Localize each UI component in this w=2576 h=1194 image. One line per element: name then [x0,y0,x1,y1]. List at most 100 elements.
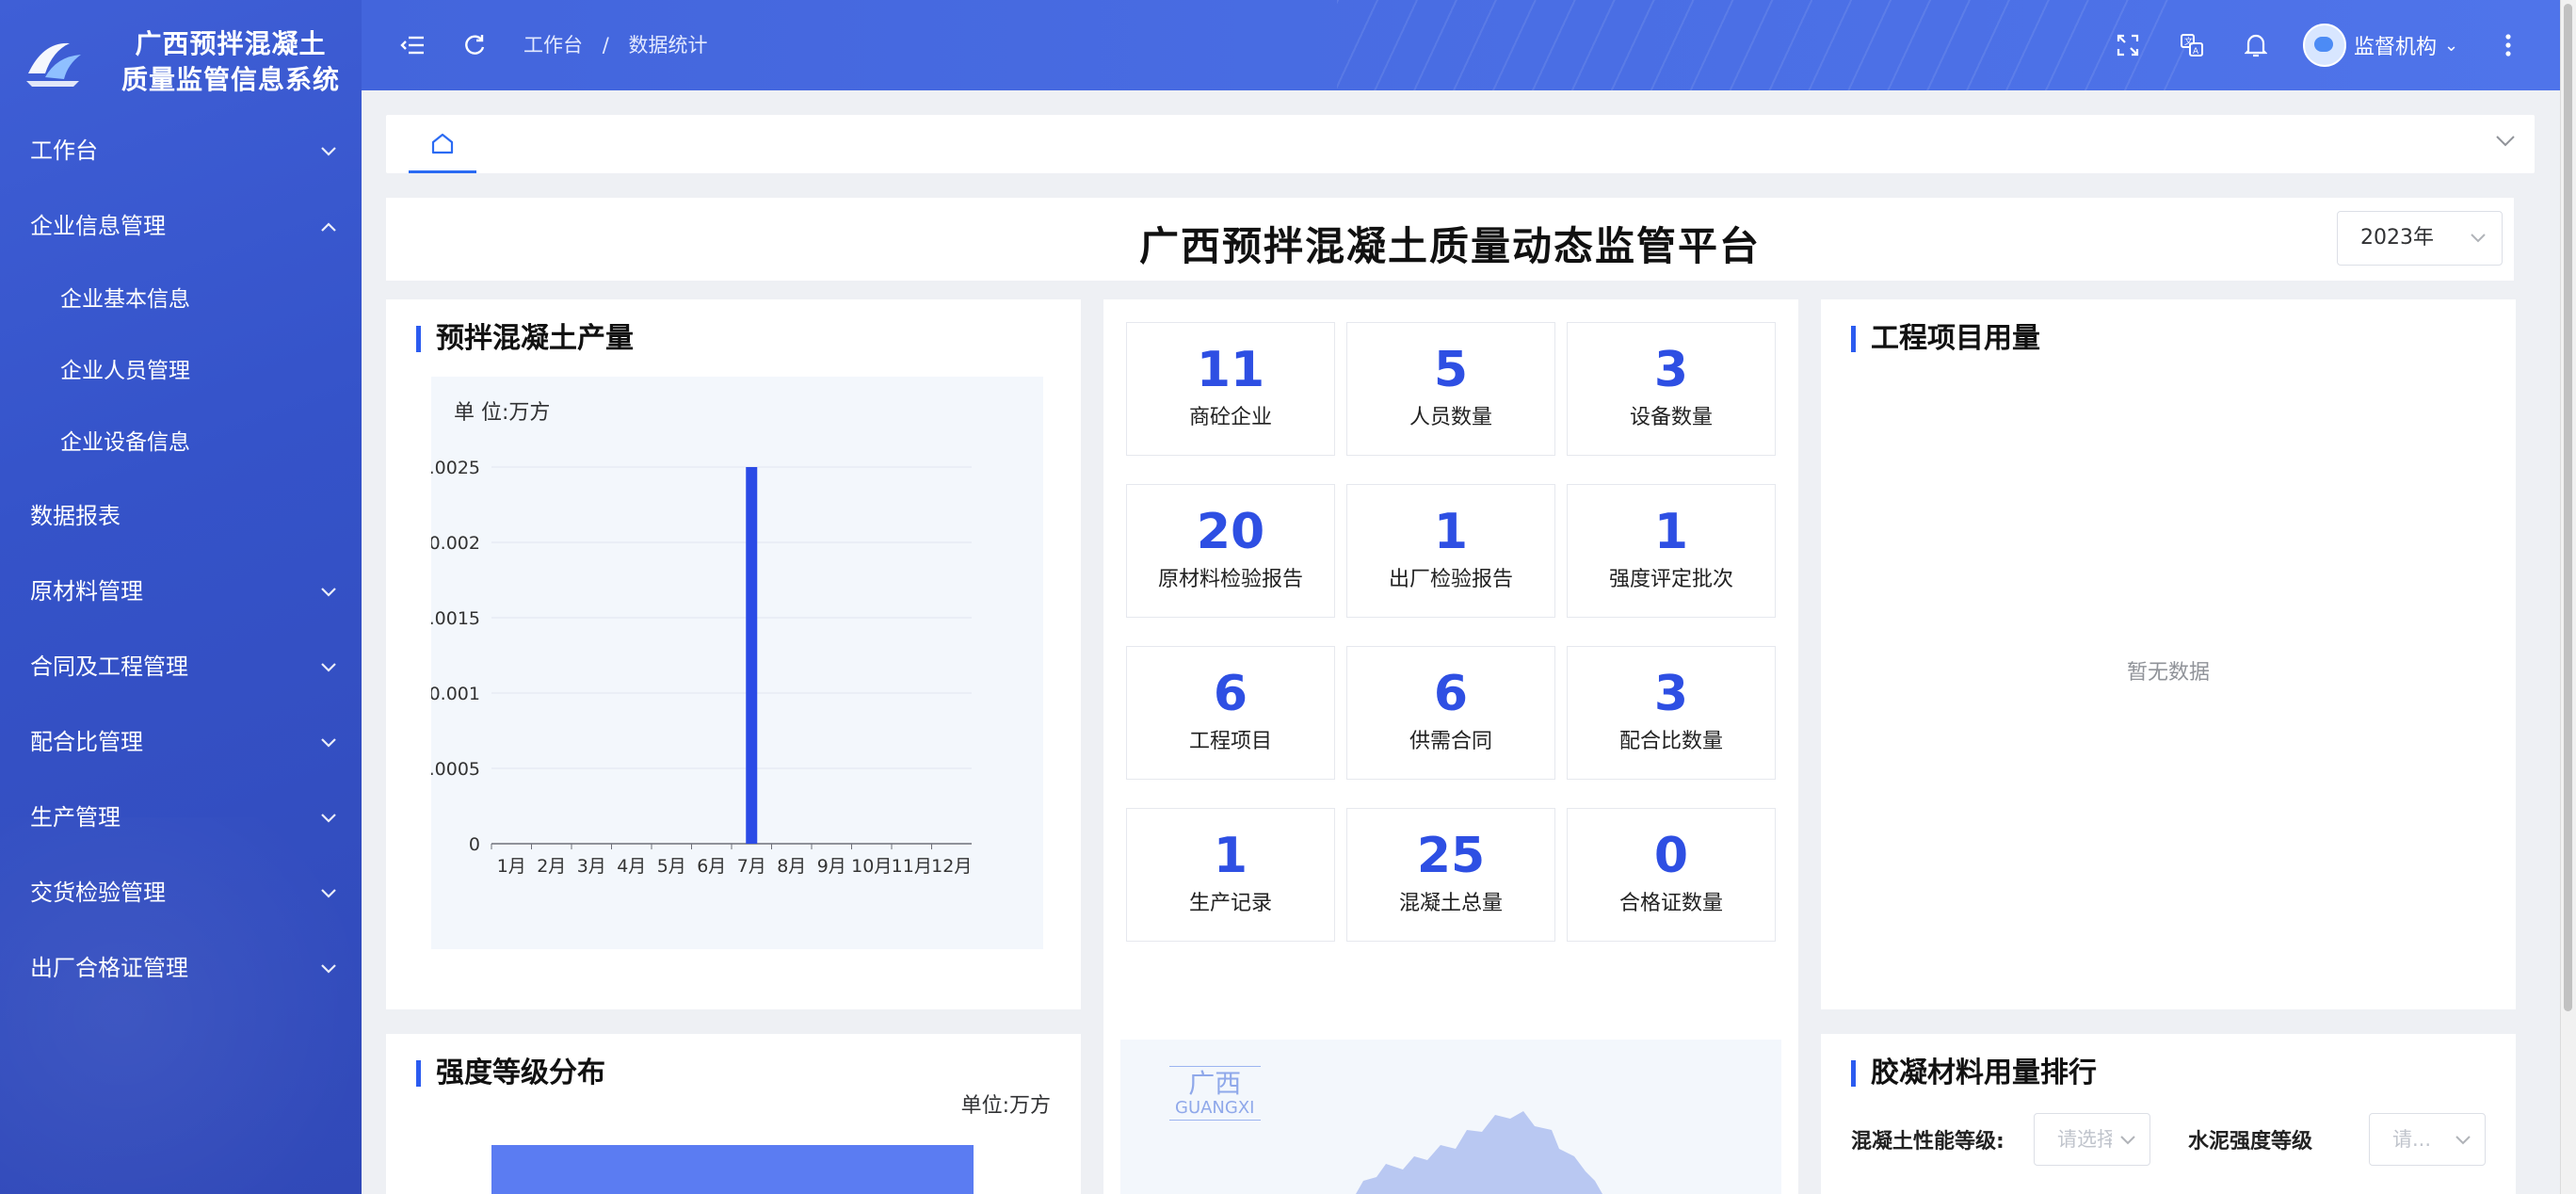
sidebar-item-delivery-inspection[interactable]: 交货检验管理 [0,855,362,930]
bar[interactable] [746,467,758,844]
year-select[interactable]: 2023年 [2337,211,2503,266]
fullscreen-icon[interactable] [2111,28,2145,62]
sidebar-item-label: 出厂合格证管理 [30,955,188,981]
svg-text:A: A [2193,47,2199,56]
sidebar-item-data-reports[interactable]: 数据报表 [0,478,362,554]
breadcrumb-separator: / [602,34,609,56]
ranking-card-title: 胶凝材料用量排行 [1851,1059,2097,1088]
guangxi-map[interactable]: 广西 GUANGXI [1120,1040,1781,1194]
sidebar-item-raw-materials[interactable]: 原材料管理 [0,554,362,629]
stat-value: 0 [1653,828,1689,884]
sidebar-item-enterprise-equipment[interactable]: 企业设备信息 [0,407,362,478]
stat-tile[interactable]: 6 供需合同 [1346,646,1555,780]
project-usage-card: 工程项目用量 暂无数据 [1821,299,2516,1009]
strength-distribution-card: 强度等级分布 单位:万方 [386,1034,1081,1194]
refresh-icon[interactable] [458,28,491,62]
x-tick-label: 3月 [577,856,606,877]
stat-tile[interactable]: 5 人员数量 [1346,322,1555,456]
stat-label: 原材料检验报告 [1157,568,1303,591]
breadcrumb-home[interactable]: 工作台 [523,34,583,56]
binder-ranking-card: 胶凝材料用量排行 混凝土性能等级: 请选择 水泥强度等级 请... [1821,1034,2516,1194]
page-scrollbar[interactable] [2560,0,2576,1194]
stat-value: 5 [1433,342,1469,398]
sidebar-item-enterprise-basic-info[interactable]: 企业基本信息 [0,264,362,335]
stat-tile[interactable]: 1 生产记录 [1126,808,1335,942]
stat-tile[interactable]: 20 原材料检验报告 [1126,484,1335,618]
sidebar-item-enterprise-info[interactable]: 企业信息管理 [0,188,362,264]
stat-value: 6 [1433,666,1469,722]
logo-icon [26,42,81,87]
chevron-down-icon [2470,212,2487,266]
stat-label: 工程项目 [1188,730,1272,753]
production-chart-area: 单 位:万方 00.00050.0010.00150.0020.00251月2月… [431,377,1043,949]
stat-tile[interactable]: 3 配合比数量 [1567,646,1776,780]
chevron-down-icon [320,855,337,930]
cement-grade-placeholder: 请... [2392,1128,2432,1151]
stat-tile[interactable]: 3 设备数量 [1567,322,1776,456]
stat-tile[interactable]: 6 工程项目 [1126,646,1335,780]
sidebar-item-contracts-projects[interactable]: 合同及工程管理 [0,629,362,704]
chevron-down-icon [2455,1114,2471,1167]
stat-tile[interactable]: 25 混凝土总量 [1346,808,1555,942]
chevron-down-icon [2119,1114,2136,1167]
stat-tile[interactable]: 11 商砼企业 [1126,322,1335,456]
tabs-chevron-down-icon[interactable] [2495,130,2516,153]
sidebar-item-label: 企业设备信息 [60,430,190,455]
sidebar: 广西预拌混凝土 质量监管信息系统 工作台 企业信息管理 企业基本信息企业人员管理 企业… [0,0,362,1194]
app-title: 广西预拌混凝土 质量监管信息系统 [104,26,358,98]
cement-grade-select[interactable]: 请... [2369,1113,2486,1166]
sidebar-item-label: 原材料管理 [30,578,143,605]
stat-label: 商砼企业 [1188,406,1272,429]
strength-unit: 单位:万方 [960,1094,1051,1118]
sidebar-item-label: 交货检验管理 [30,879,166,906]
sidebar-item-workbench[interactable]: 工作台 [0,113,362,188]
stat-label: 人员数量 [1409,406,1492,429]
stat-label: 出厂检验报告 [1388,568,1513,591]
sidebar-item-production[interactable]: 生产管理 [0,780,362,855]
stat-tile[interactable]: 1 强度评定批次 [1567,484,1776,618]
sidebar-item-enterprise-staff[interactable]: 企业人员管理 [0,335,362,407]
bell-icon[interactable] [2239,28,2273,62]
tab-home[interactable] [409,115,476,173]
project-usage-card-title: 工程项目用量 [1851,325,2040,353]
x-tick-label: 1月 [497,856,526,877]
sidebar-item-label: 企业人员管理 [60,359,190,383]
x-tick-label: 7月 [737,856,766,877]
more-vertical-icon[interactable] [2491,28,2525,62]
chevron-down-icon [320,704,337,780]
stat-tile[interactable]: 0 合格证数量 [1567,808,1776,942]
stat-label: 强度评定批次 [1608,568,1733,591]
stat-value: 3 [1653,666,1689,722]
x-tick-label: 11月 [892,856,932,877]
sidebar-item-mix-ratio[interactable]: 配合比管理 [0,704,362,780]
app-logo[interactable]: 广西预拌混凝土 质量监管信息系统 [24,26,345,98]
x-tick-label: 2月 [537,856,566,877]
stat-tile[interactable]: 1 出厂检验报告 [1346,484,1555,618]
tags-bar [386,115,2535,173]
strength-chart-bar [491,1145,974,1194]
x-tick-label: 8月 [777,856,806,877]
strength-card-title: 强度等级分布 [416,1059,605,1088]
performance-grade-placeholder: 请选择 [2057,1128,2112,1151]
svg-text:文: 文 [2184,36,2193,47]
map-region-shape [1356,1111,1602,1194]
translate-icon[interactable]: 文A [2175,28,2209,62]
user-menu[interactable]: 监督机构 ⌄ [2303,23,2458,68]
performance-grade-select[interactable]: 请选择 [2034,1113,2150,1166]
sidebar-item-factory-certificates[interactable]: 出厂合格证管理 [0,930,362,1006]
user-name: 监督机构 [2354,36,2438,59]
top-header: 工作台 / 数据统计 文A 监督机构 ⌄ [362,0,2561,90]
stat-label: 供需合同 [1409,730,1492,753]
collapse-menu-icon[interactable] [395,28,429,62]
avatar [2303,24,2346,67]
y-tick-label: 0.001 [431,684,480,704]
x-tick-label: 9月 [817,856,846,877]
empty-state-text: 暂无数据 [2126,661,2210,685]
y-tick-label: 0.0015 [431,608,480,629]
sidebar-item-label: 合同及工程管理 [30,653,188,680]
y-tick-label: 0.0025 [431,458,480,478]
stat-value: 3 [1653,342,1689,398]
x-tick-label: 5月 [657,856,686,877]
production-card-title: 预拌混凝土产量 [416,325,634,353]
performance-grade-label: 混凝土性能等级: [1851,1130,2004,1154]
